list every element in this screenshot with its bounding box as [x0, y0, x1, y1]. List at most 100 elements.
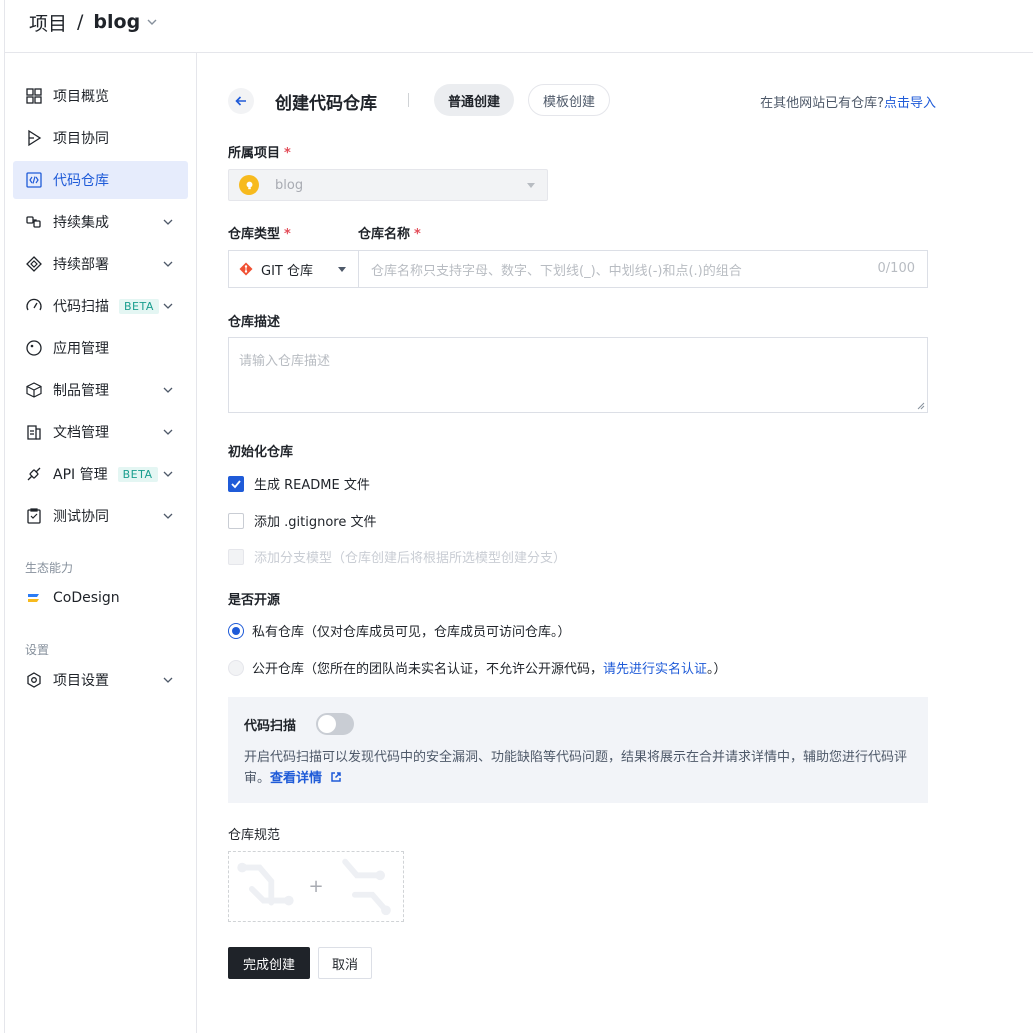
package-cube-icon	[25, 381, 43, 399]
open-source-label: 是否开源	[228, 593, 281, 608]
chevron-down-icon[interactable]	[146, 16, 158, 28]
git-icon	[239, 262, 253, 276]
project-select: blog	[228, 169, 548, 201]
description-textarea[interactable]: 请输入仓库描述	[228, 337, 928, 413]
repo-type-select[interactable]: GIT 仓库	[228, 250, 358, 288]
chevron-down-icon[interactable]	[162, 300, 174, 312]
sidebar-item-code-repo[interactable]: 代码仓库	[13, 161, 188, 199]
sidebar-item-app-management[interactable]: 应用管理	[13, 329, 188, 367]
description-label: 仓库描述	[228, 315, 281, 330]
readme-checkbox-row[interactable]: 生成 README 文件	[228, 474, 370, 493]
beta-badge: BETA	[117, 466, 158, 482]
sidebar: 项目概览 项目协同 代码仓库 持续集成 持续部署 代码扫描 BETA 应用管理 …	[5, 53, 197, 1033]
sidebar-item-label: 项目设置	[53, 673, 109, 689]
arrow-left-icon	[235, 96, 246, 106]
resize-handle-icon[interactable]	[917, 402, 925, 410]
tab-normal-create[interactable]: 普通创建	[434, 84, 515, 116]
project-bulb-icon	[239, 175, 259, 195]
chevron-down-icon[interactable]	[162, 216, 174, 228]
spec-label: 仓库规范	[228, 828, 281, 843]
chevron-down-icon[interactable]	[162, 674, 174, 686]
code-scan-header: 代码扫描	[244, 713, 912, 735]
sidebar-item-label: 测试协同	[53, 509, 109, 525]
code-scan-panel: 代码扫描 开启代码扫描可以发现代码中的安全漏洞、功能缺陷等代码问题，结果将展示在…	[228, 697, 928, 803]
sidebar-item-collaboration[interactable]: 项目协同	[13, 119, 188, 157]
page-title: 创建代码仓库	[275, 94, 377, 114]
section-ecosystem: 生态能力	[25, 561, 74, 575]
codesign-logo-icon	[25, 589, 43, 607]
project-label: 所属项目 *	[228, 146, 291, 161]
settings-hexagon-icon	[25, 671, 43, 689]
sidebar-item-label: 项目协同	[53, 131, 109, 147]
repo-name-char-count: 0/100	[877, 261, 915, 276]
sidebar-item-ci[interactable]: 持续集成	[13, 203, 188, 241]
back-button[interactable]	[228, 88, 254, 114]
sidebar-item-artifacts[interactable]: 制品管理	[13, 371, 188, 409]
chevron-down-icon[interactable]	[162, 258, 174, 270]
deploy-icon	[25, 255, 43, 273]
check-icon	[231, 479, 241, 488]
spec-upload-area[interactable]: +	[228, 851, 404, 922]
public-radio-row: 公开仓库（您所在的团队尚未实名认证，不允许公开源代码， 请先进行实名认证。）	[228, 658, 727, 677]
code-scan-title: 代码扫描	[244, 718, 297, 734]
import-prefix: 在其他网站已有仓库?	[760, 96, 884, 111]
breadcrumb-root[interactable]: 项目	[29, 9, 67, 36]
sidebar-item-code-scan[interactable]: 代码扫描 BETA	[13, 287, 188, 325]
real-name-auth-link[interactable]: 请先进行实名认证	[603, 658, 707, 677]
required-mark: *	[284, 146, 291, 161]
branch-model-label: 添加分支模型（仓库创建后将根据所选模型创建分支）	[254, 551, 567, 566]
scan-gauge-icon	[25, 297, 43, 315]
private-label: 私有仓库（仅对仓库成员可见，仓库成员可访问仓库。）	[252, 625, 571, 640]
sidebar-item-codesign[interactable]: CoDesign	[13, 579, 188, 617]
sidebar-item-label: API 管理	[53, 467, 108, 483]
gitignore-checkbox-row[interactable]: 添加 .gitignore 文件	[228, 511, 376, 530]
document-icon	[25, 423, 43, 441]
branch-model-checkbox	[228, 548, 244, 565]
sidebar-item-label: 应用管理	[53, 341, 109, 357]
chevron-down-icon[interactable]	[162, 510, 174, 522]
project-value: blog	[275, 177, 304, 193]
ci-icon	[25, 213, 43, 231]
top-bar: 项目 / blog	[5, 0, 1033, 53]
sidebar-item-api[interactable]: API 管理 BETA	[13, 455, 188, 493]
repo-type-label: 仓库类型 *	[228, 227, 291, 242]
chevron-down-icon[interactable]	[162, 468, 174, 480]
main-content: 创建代码仓库 普通创建 模板创建 在其他网站已有仓库?点击导入 所属项目 * bl…	[198, 53, 1033, 1033]
sidebar-item-project-settings[interactable]: 项目设置	[13, 661, 188, 699]
private-radio[interactable]	[228, 622, 244, 639]
submit-create-button[interactable]: 完成创建	[228, 947, 310, 979]
public-label-suffix: 。）	[707, 662, 727, 677]
sidebar-item-testing[interactable]: 测试协同	[13, 497, 188, 535]
repo-name-placeholder: 仓库名称只支持字母、数字、下划线(_)、中划线(-)和点(.)的组合	[371, 263, 742, 279]
cancel-button[interactable]: 取消	[318, 947, 372, 979]
code-scan-details-link[interactable]: 查看详情	[270, 771, 342, 786]
app-frame: 项目 / blog 项目概览 项目协同 代码仓库 持续集成 持续部署 代码扫描 …	[4, 0, 1033, 1033]
sidebar-item-label: 持续部署	[53, 257, 109, 273]
import-link[interactable]: 点击导入	[884, 96, 936, 111]
repo-name-input[interactable]: 仓库名称只支持字母、数字、下划线(_)、中划线(-)和点(.)的组合 0/100	[358, 250, 928, 288]
sidebar-item-label: 代码扫描	[53, 299, 109, 315]
private-radio-row[interactable]: 私有仓库（仅对仓库成员可见，仓库成员可访问仓库。）	[228, 621, 571, 640]
sidebar-item-docs[interactable]: 文档管理	[13, 413, 188, 451]
sidebar-item-label: 持续集成	[53, 215, 109, 231]
init-label: 初始化仓库	[228, 445, 294, 460]
code-scan-desc-text: 开启代码扫描可以发现代码中的安全漏洞、功能缺陷等代码问题，结果将展示在合并请求详…	[244, 750, 908, 786]
import-hint: 在其他网站已有仓库?点击导入	[760, 92, 936, 111]
chevron-down-icon[interactable]	[162, 384, 174, 396]
readme-checkbox[interactable]	[228, 475, 244, 492]
test-clipboard-icon	[25, 507, 43, 525]
sidebar-item-label: 文档管理	[53, 425, 109, 441]
sidebar-item-overview[interactable]: 项目概览	[13, 77, 188, 115]
title-divider	[408, 93, 409, 107]
api-icon	[25, 465, 43, 483]
breadcrumb-project[interactable]: blog	[93, 11, 140, 33]
chevron-down-icon[interactable]	[162, 426, 174, 438]
code-scan-toggle[interactable]	[316, 713, 355, 735]
gitignore-checkbox[interactable]	[228, 512, 244, 529]
sidebar-item-cd[interactable]: 持续部署	[13, 245, 188, 283]
sidebar-item-label: 项目概览	[53, 89, 109, 105]
code-icon	[25, 171, 43, 189]
tab-template-create[interactable]: 模板创建	[528, 84, 611, 116]
beta-badge: BETA	[119, 298, 159, 314]
caret-down-icon	[338, 267, 346, 272]
